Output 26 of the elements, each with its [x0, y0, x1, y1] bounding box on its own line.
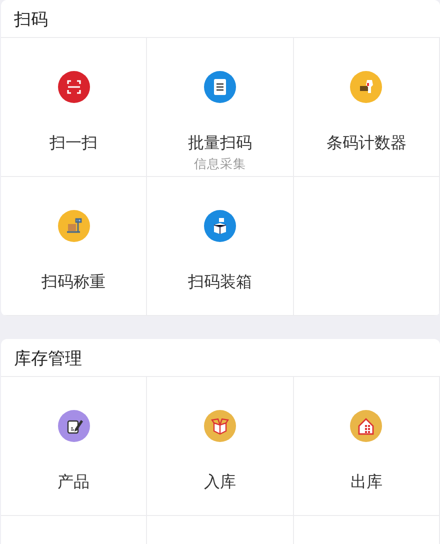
feature-label[interactable]: 入库 — [204, 472, 236, 493]
feature-subtitle: 信息采集 — [194, 156, 246, 173]
document-icon[interactable] — [204, 71, 236, 103]
scale-icon[interactable] — [58, 210, 90, 242]
grid-cell[interactable]: 条码计数器 — [294, 38, 440, 177]
grid-cell[interactable]: 产品 — [1, 377, 148, 516]
barcode-scanner-icon[interactable] — [350, 71, 382, 103]
scan-icon[interactable] — [58, 71, 90, 103]
feature-label[interactable]: 出库 — [350, 472, 382, 493]
grid-cell[interactable]: 入库 — [147, 377, 294, 516]
section-title: 库存管理 — [1, 339, 440, 377]
grid-cell[interactable]: 扫一扫 — [1, 38, 148, 177]
edit-icon[interactable] — [58, 410, 90, 442]
feature-label[interactable]: 扫码装箱 — [188, 272, 252, 293]
feature-label[interactable]: 批量扫码 — [188, 133, 252, 154]
feature-label[interactable]: 扫一扫 — [50, 133, 98, 154]
feature-label[interactable]: 产品 — [58, 472, 90, 493]
feature-label[interactable]: 扫码称重 — [42, 272, 106, 293]
feature-label[interactable]: 条码计数器 — [326, 133, 406, 154]
grid-cell[interactable]: 扫码称重 — [1, 177, 148, 316]
grid-cell[interactable]: 批量扫码 信息采集 — [147, 38, 294, 177]
house-icon[interactable] — [350, 410, 382, 442]
section-title: 扫码 — [1, 0, 440, 38]
grid-cell[interactable]: 出库 — [294, 377, 440, 516]
box-icon[interactable] — [204, 210, 236, 242]
grid-cell[interactable]: 扫码装箱 — [147, 177, 294, 316]
